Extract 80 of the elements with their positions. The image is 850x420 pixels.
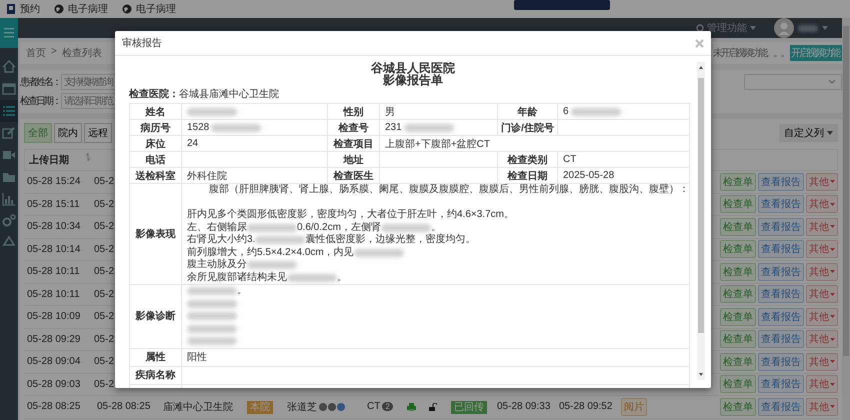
notice-text: 未开启视频功能。。。 [713, 46, 788, 60]
table-cell-text: 05-28 10:14 [26, 244, 82, 255]
table-cell-text: 05-28 08:25 [96, 401, 152, 412]
field-label: 检查日期： [20, 94, 60, 108]
field-value: 上腹部+下腹部+盆腔CT [385, 138, 490, 150]
table-cell: 05-2 [94, 244, 114, 255]
field-label: 病历号 [130, 120, 182, 136]
field-label: 电话 [130, 152, 182, 168]
report-text: 前列腺增大，约5.5×4.2×4.0cm，内见 [187, 248, 354, 258]
table-cell: 05-2 [94, 266, 114, 278]
field-value: 阳性 [187, 350, 207, 364]
table-cell-text: 05-28 09:04 [26, 356, 82, 368]
field-value: CT [563, 154, 576, 165]
table-cell-text: 05-28 09:03 [26, 378, 82, 390]
field-label: 门诊/住院号 [498, 120, 558, 136]
field-label: 检查医生 [328, 168, 380, 184]
report-text: 肝内见多个类圆形低密度影，密度均匀，大者位于肝左叶，约4.6×3.7cm。 [187, 210, 514, 220]
report-text: 余所见腹部诸结构未见 [187, 272, 287, 283]
table-cell-text: 05-28 10:11 [26, 288, 81, 300]
report-text: 腹部（肝胆脾胰肾、肾上腺、肠系膜、阑尾、腹膜及腹膜腔、腹膜后、男性前列腺、膀胱、腹股沟、腹壁）： [209, 185, 689, 196]
table-cell-text: 05-28 10:34 [26, 221, 82, 232]
field-label: 影像表现 [130, 184, 182, 285]
field-value: 2025-05-28 [563, 170, 614, 181]
table-cell: 05-2 [94, 378, 114, 390]
table-cell-text: 05-28 15:24 [26, 176, 82, 188]
patient-name: 张道芝 [287, 400, 317, 414]
field-label: 床位 [130, 136, 182, 152]
table-cell-text: 05-28 09:33 [496, 401, 552, 412]
field-label: 姓名 [130, 104, 182, 120]
column-header: 上传日期 [29, 154, 69, 167]
field-label: 患者姓名： [20, 76, 60, 89]
report-text: 。 [430, 222, 441, 233]
dialog-title: 审核报告 [122, 36, 162, 50]
field-label: 影像诊断 [130, 285, 182, 348]
table-cell: 05-2 [94, 311, 114, 322]
report-text: 囊性低密度影，边缘光整，密度均匀。 [305, 235, 476, 246]
report-text: 。 [237, 286, 247, 296]
table-cell: 05-2 [94, 198, 114, 210]
field-label: 检查日期 [498, 168, 558, 184]
field-label: 属性 [130, 348, 182, 366]
count-badge: 2 [382, 402, 393, 412]
field-value: 谷城县庙滩中心卫生院 [179, 89, 279, 100]
table-cell: 05-2 [94, 334, 114, 345]
table-cell-text: 05-28 15:11 [26, 198, 81, 210]
report-heading: 谷城县人民医院 [370, 62, 456, 74]
table-cell-text: 05-28 10:09 [26, 311, 82, 322]
table-cell: 05-2 [94, 221, 114, 232]
table-cell: 05-2 [94, 176, 114, 188]
report-heading: 影像报告单 [383, 74, 443, 86]
field-label: 检查类别 [498, 152, 558, 168]
report-text: 腹主动脉及分 [187, 260, 247, 270]
status-tag: 已回传 [451, 400, 487, 414]
table-cell-text: 05-28 09:29 [26, 334, 82, 345]
field-label: 地址 [328, 152, 380, 168]
field-value: 24 [187, 138, 198, 149]
table-cell-text: 05-28 08:25 [26, 401, 82, 412]
table-cell-text: 05-28 10:11 [26, 266, 81, 278]
report-text: 右肾见大小约3. [187, 235, 256, 246]
table-cell: 05-2 [94, 356, 114, 368]
table-cell-text: 庙滩中心卫生院 [162, 400, 234, 414]
report-text: 左、右侧输尿 [187, 222, 247, 233]
field-label: 检查号 [328, 120, 380, 136]
field-value: 男 [385, 106, 395, 118]
field-label: 性别 [328, 104, 380, 120]
field-value: 1528 [187, 122, 210, 133]
field-label: 检查医院： [129, 89, 179, 100]
table-cell-text: 05-28 09:52 [558, 401, 614, 412]
field-label: 检查项目 [328, 136, 380, 152]
field-label: 疾病名称 [130, 366, 182, 384]
field-label: 年龄 [498, 104, 558, 120]
report-text: 。 [337, 272, 347, 283]
report-text: 0.6/0.2cm，左侧肾 [297, 222, 381, 233]
field-value: 6 [563, 106, 569, 117]
field-value: 外科住院 [187, 170, 227, 182]
source-tag: 本院 [247, 400, 273, 414]
breadcrumb-separator: > [51, 46, 57, 59]
field-value: 231 [385, 122, 402, 133]
field-label: 送检科室 [130, 168, 182, 184]
modality-text: CT [367, 401, 380, 412]
table-cell: 05-2 [94, 288, 114, 300]
